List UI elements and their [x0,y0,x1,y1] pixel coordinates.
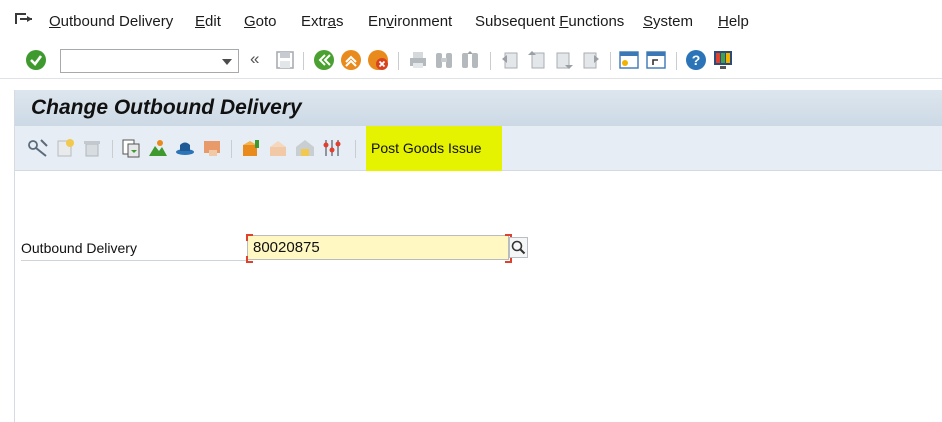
shortcut-icon[interactable] [645,49,667,71]
toolbar-separator [303,52,304,70]
menu-outbound-delivery[interactable]: Outbound Delivery [49,13,173,30]
menu-toggle-icon[interactable] [14,12,34,30]
save-icon[interactable] [274,49,296,71]
standard-toolbar: « ? [0,44,942,79]
exit-icon[interactable] [340,49,362,71]
first-page-icon[interactable] [499,49,521,71]
delete-icon[interactable] [81,137,103,159]
search-icon [511,240,526,255]
print-icon[interactable] [407,49,429,71]
next-page-icon[interactable] [553,49,575,71]
chevron-down-icon[interactable] [222,59,232,65]
header-detail-icon[interactable] [174,137,196,159]
application-toolbar: Post Goods Issue [15,126,942,171]
label-underline [21,260,246,261]
required-marker [246,256,253,263]
menu-system[interactable]: System [643,13,693,30]
batch-split-icon[interactable] [321,137,343,159]
toolbar-separator [398,52,399,70]
last-page-icon[interactable] [580,49,602,71]
toolbar-separator [676,52,677,70]
post-goods-issue-label: Post Goods Issue [371,140,482,156]
search-help-button[interactable] [509,237,528,258]
find-icon[interactable] [433,49,455,71]
page-title: Change Outbound Delivery [31,96,302,119]
svg-text:?: ? [692,52,701,68]
warehouse-icon[interactable] [294,137,316,159]
post-goods-issue-button[interactable]: Post Goods Issue [366,126,502,171]
outbound-delivery-value: 80020875 [253,239,320,256]
menu-subsequent-functions[interactable]: Subsequent Functions [475,13,624,30]
toolbar-separator [355,140,356,158]
document-flow-icon[interactable] [120,137,142,159]
message-icon[interactable] [201,137,223,159]
menu-bar: Outbound Delivery Edit Goto Extras Envir… [0,0,942,45]
menu-edit[interactable]: Edit [195,13,221,30]
display-change-icon[interactable] [27,137,49,159]
find-next-icon[interactable] [459,49,481,71]
menu-extras[interactable]: Extras [301,13,344,30]
back-icon[interactable] [313,49,335,71]
menu-environment[interactable]: Environment [368,13,452,30]
menu-help[interactable]: Help [718,13,749,30]
previous-entries-icon[interactable]: « [250,49,259,69]
toolbar-separator [490,52,491,70]
pack-icon[interactable] [267,137,289,159]
toolbar-separator [610,52,611,70]
customize-layout-icon[interactable] [712,49,734,71]
new-session-icon[interactable] [618,49,640,71]
outbound-delivery-input[interactable]: 80020875 [247,235,509,260]
outbound-delivery-label: Outbound Delivery [21,240,137,256]
cancel-icon[interactable] [367,49,389,71]
toolbar-separator [112,140,113,158]
toolbar-separator [231,140,232,158]
create-icon[interactable] [54,137,76,159]
previous-page-icon[interactable] [526,49,548,71]
help-icon[interactable]: ? [685,49,707,71]
picking-icon[interactable] [240,137,262,159]
enter-check-icon[interactable] [25,49,47,71]
partner-overview-icon[interactable] [147,137,169,159]
required-marker [246,234,253,241]
command-field[interactable] [60,49,239,73]
screen-title-bar: Change Outbound Delivery [15,90,942,126]
menu-goto[interactable]: Goto [244,13,277,30]
